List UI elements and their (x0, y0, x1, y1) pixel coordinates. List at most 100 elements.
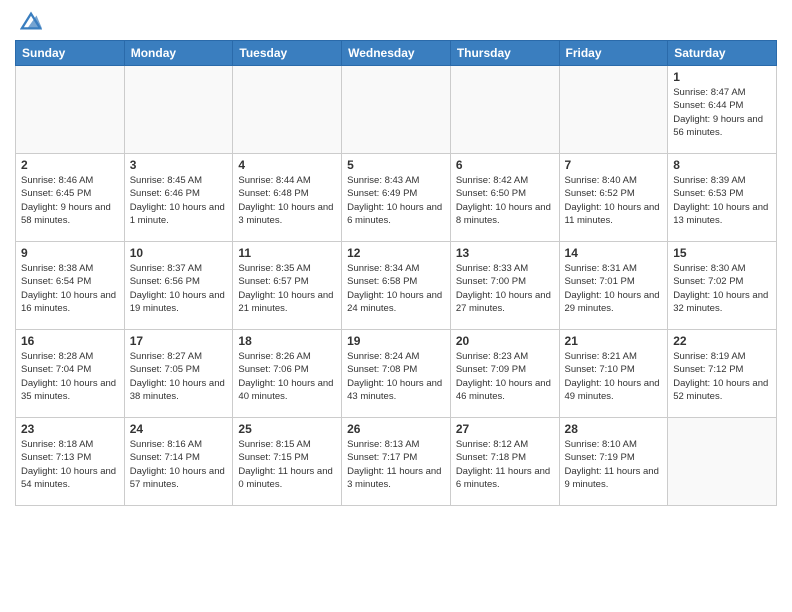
calendar-day-cell: 16 Sunrise: 8:28 AM Sunset: 7:04 PM Dayli… (16, 330, 125, 418)
day-number: 25 (238, 422, 336, 436)
calendar-day-cell: 14 Sunrise: 8:31 AM Sunset: 7:01 PM Dayli… (559, 242, 668, 330)
calendar-day-cell: 18Sunrise: 8:26 AM Sunset: 7:06 PM Dayli… (233, 330, 342, 418)
day-info: Sunrise: 8:15 AM Sunset: 7:15 PM Dayligh… (238, 438, 336, 491)
day-info: Sunrise: 8:30 AM Sunset: 7:02 PM Dayligh… (673, 262, 771, 315)
calendar-day-cell: 2Sunrise: 8:46 AM Sunset: 6:45 PM Daylig… (16, 154, 125, 242)
day-info: Sunrise: 8:39 AM Sunset: 6:53 PM Dayligh… (673, 174, 771, 227)
day-number: 14 (565, 246, 663, 260)
calendar-day-cell: 27 Sunrise: 8:12 AM Sunset: 7:18 PM Dayli… (450, 418, 559, 506)
day-info: Sunrise: 8:37 AM Sunset: 6:56 PM Dayligh… (130, 262, 228, 315)
day-number: 3 (130, 158, 228, 172)
day-number: 2 (21, 158, 119, 172)
day-of-week-header: Thursday (450, 41, 559, 66)
day-number: 24 (130, 422, 228, 436)
day-number: 15 (673, 246, 771, 260)
day-info: Sunrise: 8:38 AM Sunset: 6:54 PM Dayligh… (21, 262, 119, 315)
day-number: 4 (238, 158, 336, 172)
day-number: 11 (238, 246, 336, 260)
calendar-day-cell: 4 Sunrise: 8:44 AM Sunset: 6:48 PM Daylig… (233, 154, 342, 242)
calendar-day-cell: 7 Sunrise: 8:40 AM Sunset: 6:52 PM Daylig… (559, 154, 668, 242)
day-info: Sunrise: 8:44 AM Sunset: 6:48 PM Dayligh… (238, 174, 336, 227)
calendar-day-cell: 9 Sunrise: 8:38 AM Sunset: 6:54 PM Daylig… (16, 242, 125, 330)
day-number: 7 (565, 158, 663, 172)
calendar-day-cell: 10Sunrise: 8:37 AM Sunset: 6:56 PM Dayli… (124, 242, 233, 330)
day-of-week-header: Friday (559, 41, 668, 66)
calendar-day-cell: 11Sunrise: 8:35 AM Sunset: 6:57 PM Dayli… (233, 242, 342, 330)
day-info: Sunrise: 8:43 AM Sunset: 6:49 PM Dayligh… (347, 174, 445, 227)
day-of-week-header: Saturday (668, 41, 777, 66)
day-info: Sunrise: 8:27 AM Sunset: 7:05 PM Dayligh… (130, 350, 228, 403)
day-info: Sunrise: 8:21 AM Sunset: 7:10 PM Dayligh… (565, 350, 663, 403)
calendar-day-cell: 8 Sunrise: 8:39 AM Sunset: 6:53 PM Daylig… (668, 154, 777, 242)
calendar-day-cell: 17Sunrise: 8:27 AM Sunset: 7:05 PM Dayli… (124, 330, 233, 418)
day-number: 16 (21, 334, 119, 348)
day-number: 1 (673, 70, 771, 84)
day-info: Sunrise: 8:18 AM Sunset: 7:13 PM Dayligh… (21, 438, 119, 491)
calendar-day-cell: 6 Sunrise: 8:42 AM Sunset: 6:50 PM Daylig… (450, 154, 559, 242)
calendar-day-cell: 21 Sunrise: 8:21 AM Sunset: 7:10 PM Dayli… (559, 330, 668, 418)
calendar-day-cell: 23 Sunrise: 8:18 AM Sunset: 7:13 PM Dayli… (16, 418, 125, 506)
day-of-week-header: Wednesday (342, 41, 451, 66)
calendar-day-cell: 28 Sunrise: 8:10 AM Sunset: 7:19 PM Dayli… (559, 418, 668, 506)
calendar-week-row: 23 Sunrise: 8:18 AM Sunset: 7:13 PM Dayli… (16, 418, 777, 506)
day-number: 12 (347, 246, 445, 260)
header (15, 10, 777, 32)
calendar-day-cell: 19 Sunrise: 8:24 AM Sunset: 7:08 PM Dayli… (342, 330, 451, 418)
calendar-day-cell: 22 Sunrise: 8:19 AM Sunset: 7:12 PM Dayli… (668, 330, 777, 418)
day-number: 27 (456, 422, 554, 436)
day-info: Sunrise: 8:23 AM Sunset: 7:09 PM Dayligh… (456, 350, 554, 403)
calendar-week-row: 16 Sunrise: 8:28 AM Sunset: 7:04 PM Dayli… (16, 330, 777, 418)
calendar-day-cell: 12Sunrise: 8:34 AM Sunset: 6:58 PM Dayli… (342, 242, 451, 330)
day-info: Sunrise: 8:33 AM Sunset: 7:00 PM Dayligh… (456, 262, 554, 315)
calendar-day-cell: 25 Sunrise: 8:15 AM Sunset: 7:15 PM Dayli… (233, 418, 342, 506)
calendar-week-row: 2Sunrise: 8:46 AM Sunset: 6:45 PM Daylig… (16, 154, 777, 242)
calendar-day-cell (233, 66, 342, 154)
day-of-week-header: Monday (124, 41, 233, 66)
day-info: Sunrise: 8:24 AM Sunset: 7:08 PM Dayligh… (347, 350, 445, 403)
day-info: Sunrise: 8:16 AM Sunset: 7:14 PM Dayligh… (130, 438, 228, 491)
calendar-day-cell (668, 418, 777, 506)
calendar-week-row: 1 Sunrise: 8:47 AM Sunset: 6:44 PM Daylig… (16, 66, 777, 154)
calendar-day-cell (124, 66, 233, 154)
day-of-week-header: Tuesday (233, 41, 342, 66)
day-number: 20 (456, 334, 554, 348)
day-number: 21 (565, 334, 663, 348)
day-number: 28 (565, 422, 663, 436)
day-number: 5 (347, 158, 445, 172)
calendar-day-cell: 13 Sunrise: 8:33 AM Sunset: 7:00 PM Dayli… (450, 242, 559, 330)
day-info: Sunrise: 8:12 AM Sunset: 7:18 PM Dayligh… (456, 438, 554, 491)
calendar: SundayMondayTuesdayWednesdayThursdayFrid… (15, 40, 777, 506)
day-number: 9 (21, 246, 119, 260)
calendar-day-cell (559, 66, 668, 154)
day-number: 13 (456, 246, 554, 260)
day-info: Sunrise: 8:19 AM Sunset: 7:12 PM Dayligh… (673, 350, 771, 403)
day-number: 22 (673, 334, 771, 348)
day-info: Sunrise: 8:28 AM Sunset: 7:04 PM Dayligh… (21, 350, 119, 403)
day-info: Sunrise: 8:42 AM Sunset: 6:50 PM Dayligh… (456, 174, 554, 227)
calendar-day-cell: 1 Sunrise: 8:47 AM Sunset: 6:44 PM Daylig… (668, 66, 777, 154)
day-info: Sunrise: 8:10 AM Sunset: 7:19 PM Dayligh… (565, 438, 663, 491)
calendar-day-cell: 5 Sunrise: 8:43 AM Sunset: 6:49 PM Daylig… (342, 154, 451, 242)
calendar-day-cell: 3 Sunrise: 8:45 AM Sunset: 6:46 PM Daylig… (124, 154, 233, 242)
day-info: Sunrise: 8:26 AM Sunset: 7:06 PM Dayligh… (238, 350, 336, 403)
day-number: 26 (347, 422, 445, 436)
day-info: Sunrise: 8:40 AM Sunset: 6:52 PM Dayligh… (565, 174, 663, 227)
calendar-day-cell: 20 Sunrise: 8:23 AM Sunset: 7:09 PM Dayli… (450, 330, 559, 418)
logo (15, 10, 42, 32)
calendar-day-cell: 15 Sunrise: 8:30 AM Sunset: 7:02 PM Dayli… (668, 242, 777, 330)
calendar-day-cell (450, 66, 559, 154)
logo-icon (20, 10, 42, 32)
calendar-day-cell (342, 66, 451, 154)
day-info: Sunrise: 8:31 AM Sunset: 7:01 PM Dayligh… (565, 262, 663, 315)
day-info: Sunrise: 8:13 AM Sunset: 7:17 PM Dayligh… (347, 438, 445, 491)
day-info: Sunrise: 8:45 AM Sunset: 6:46 PM Dayligh… (130, 174, 228, 227)
day-info: Sunrise: 8:47 AM Sunset: 6:44 PM Dayligh… (673, 86, 771, 139)
day-number: 23 (21, 422, 119, 436)
day-number: 8 (673, 158, 771, 172)
calendar-day-cell: 24 Sunrise: 8:16 AM Sunset: 7:14 PM Dayli… (124, 418, 233, 506)
day-number: 19 (347, 334, 445, 348)
day-of-week-header: Sunday (16, 41, 125, 66)
calendar-week-row: 9 Sunrise: 8:38 AM Sunset: 6:54 PM Daylig… (16, 242, 777, 330)
day-number: 6 (456, 158, 554, 172)
calendar-header-row: SundayMondayTuesdayWednesdayThursdayFrid… (16, 41, 777, 66)
